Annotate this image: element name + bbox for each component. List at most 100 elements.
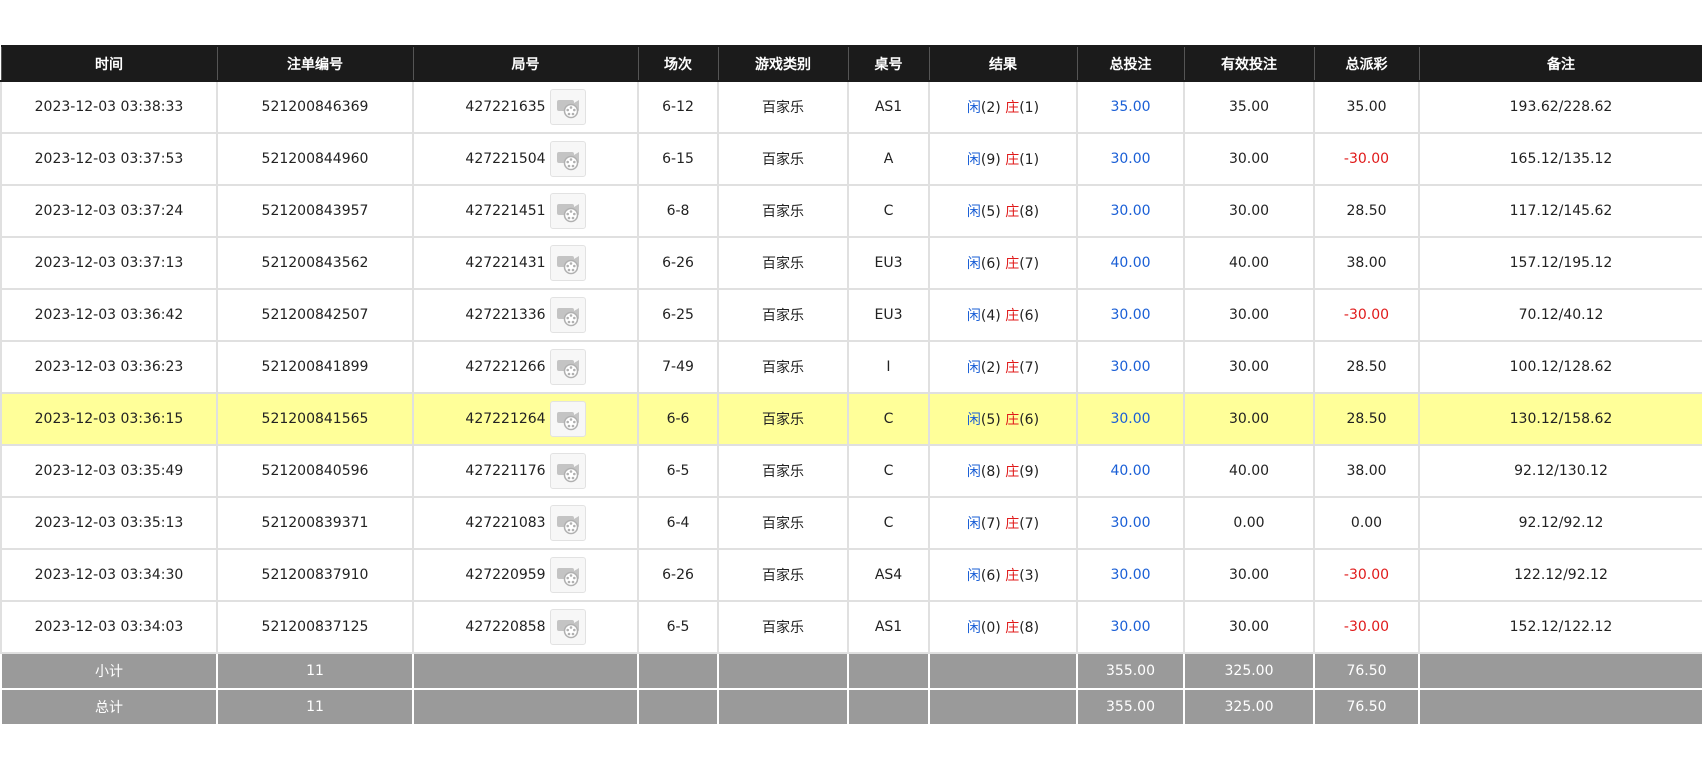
result-banker-label: 庄	[1005, 620, 1020, 636]
video-replay-icon[interactable]	[549, 297, 586, 333]
cell-result: 闲(4) 庄(6)	[928, 288, 1078, 342]
cell-session: 6-12	[637, 80, 719, 134]
cell-round: 427221083	[412, 496, 639, 550]
video-replay-icon[interactable]	[549, 349, 586, 385]
cell-remark: 92.12/92.12	[1418, 496, 1702, 550]
grandtotal-count: 11	[216, 688, 414, 726]
cell-round: 427221266	[412, 340, 639, 394]
cell-remark: 122.12/92.12	[1418, 548, 1702, 602]
result-banker-score: (9)	[1019, 464, 1040, 480]
cell-time: 2023-12-03 03:36:23	[0, 340, 218, 394]
result-player-label: 闲	[966, 464, 981, 480]
bet-records-table: 时间 注单编号 局号 场次 游戏类别 桌号 结果 总投注 有效投注 总派彩 备注…	[0, 45, 1702, 726]
cell-session: 6-26	[637, 548, 719, 602]
cell-result: 闲(8) 庄(9)	[928, 444, 1078, 498]
video-replay-icon[interactable]	[549, 609, 586, 645]
cell-bet-id: 521200843562	[216, 236, 414, 290]
result-player-score: (9)	[980, 152, 1001, 168]
grandtotal-valid-bet: 325.00	[1183, 688, 1315, 726]
video-replay-icon[interactable]	[549, 557, 586, 593]
cell-result: 闲(7) 庄(7)	[928, 496, 1078, 550]
col-header-valid-bet: 有效投注	[1183, 45, 1315, 82]
cell-bet-id: 521200841565	[216, 392, 414, 446]
cell-round: 427220959	[412, 548, 639, 602]
video-replay-icon[interactable]	[549, 193, 586, 229]
round-number: 427220959	[465, 567, 546, 583]
subtotal-count: 11	[216, 652, 414, 690]
result-banker-score: (1)	[1019, 152, 1040, 168]
cell-result: 闲(2) 庄(1)	[928, 80, 1078, 134]
cell-session: 6-4	[637, 496, 719, 550]
cell-valid-bet: 30.00	[1183, 184, 1315, 238]
cell-valid-bet: 35.00	[1183, 80, 1315, 134]
cell-table: EU3	[847, 236, 930, 290]
result-player-score: (5)	[980, 412, 1001, 428]
result-banker-score: (3)	[1019, 568, 1040, 584]
cell-result: 闲(0) 庄(8)	[928, 600, 1078, 654]
cell-session: 7-49	[637, 340, 719, 394]
result-banker-label: 庄	[1005, 360, 1020, 376]
round-number: 427221635	[465, 99, 546, 115]
result-player-score: (8)	[980, 464, 1001, 480]
cell-remark: 152.12/122.12	[1418, 600, 1702, 654]
cell-total-bet: 30.00	[1076, 288, 1185, 342]
cell-total-bet: 30.00	[1076, 132, 1185, 186]
result-banker-score: (7)	[1019, 360, 1040, 376]
cell-time: 2023-12-03 03:34:03	[0, 600, 218, 654]
cell-table: EU3	[847, 288, 930, 342]
cell-total-bet: 30.00	[1076, 548, 1185, 602]
cell-result: 闲(2) 庄(7)	[928, 340, 1078, 394]
round-number: 427221266	[465, 359, 546, 375]
col-header-total-bet: 总投注	[1076, 45, 1185, 82]
cell-bet-id: 521200837125	[216, 600, 414, 654]
table-body: 2023-12-03 03:38:33 521200846369 4272216…	[0, 80, 1702, 654]
cell-total-bet: 40.00	[1076, 444, 1185, 498]
subtotal-payout: 76.50	[1313, 652, 1420, 690]
cell-valid-bet: 30.00	[1183, 392, 1315, 446]
result-player-label: 闲	[966, 100, 981, 116]
cell-table: AS1	[847, 80, 930, 134]
cell-valid-bet: 40.00	[1183, 236, 1315, 290]
cell-round: 427221504	[412, 132, 639, 186]
video-replay-icon[interactable]	[549, 401, 586, 437]
cell-payout: 35.00	[1313, 80, 1420, 134]
table-row: 2023-12-03 03:37:13 521200843562 4272214…	[0, 236, 1702, 290]
cell-total-bet: 40.00	[1076, 236, 1185, 290]
cell-game: 百家乐	[717, 392, 849, 446]
result-banker-label: 庄	[1005, 256, 1020, 272]
result-banker-score: (7)	[1019, 256, 1040, 272]
cell-session: 6-26	[637, 236, 719, 290]
subtotal-label: 小计	[0, 652, 218, 690]
result-player-score: (7)	[980, 516, 1001, 532]
cell-total-bet: 30.00	[1076, 600, 1185, 654]
cell-remark: 92.12/130.12	[1418, 444, 1702, 498]
table-row: 2023-12-03 03:38:33 521200846369 4272216…	[0, 80, 1702, 134]
subtotal-row: 小计 11 355.00 325.00 76.50	[0, 652, 1702, 690]
result-player-score: (5)	[980, 204, 1001, 220]
cell-bet-id: 521200844960	[216, 132, 414, 186]
subtotal-total-bet: 355.00	[1076, 652, 1185, 690]
video-replay-icon[interactable]	[549, 505, 586, 541]
cell-payout: 28.50	[1313, 184, 1420, 238]
cell-valid-bet: 30.00	[1183, 600, 1315, 654]
result-banker-score: (8)	[1019, 620, 1040, 636]
cell-table: AS1	[847, 600, 930, 654]
cell-total-bet: 30.00	[1076, 340, 1185, 394]
cell-total-bet: 30.00	[1076, 496, 1185, 550]
video-replay-icon[interactable]	[549, 141, 586, 177]
cell-remark: 157.12/195.12	[1418, 236, 1702, 290]
video-replay-icon[interactable]	[549, 89, 586, 125]
cell-session: 6-8	[637, 184, 719, 238]
video-replay-icon[interactable]	[549, 453, 586, 489]
cell-session: 6-5	[637, 444, 719, 498]
cell-time: 2023-12-03 03:37:53	[0, 132, 218, 186]
cell-round: 427221176	[412, 444, 639, 498]
result-player-label: 闲	[966, 256, 981, 272]
col-header-table: 桌号	[847, 45, 930, 82]
video-replay-icon[interactable]	[549, 245, 586, 281]
cell-session: 6-25	[637, 288, 719, 342]
cell-round: 427221635	[412, 80, 639, 134]
cell-game: 百家乐	[717, 444, 849, 498]
cell-bet-id: 521200841899	[216, 340, 414, 394]
round-number: 427221431	[465, 255, 546, 271]
